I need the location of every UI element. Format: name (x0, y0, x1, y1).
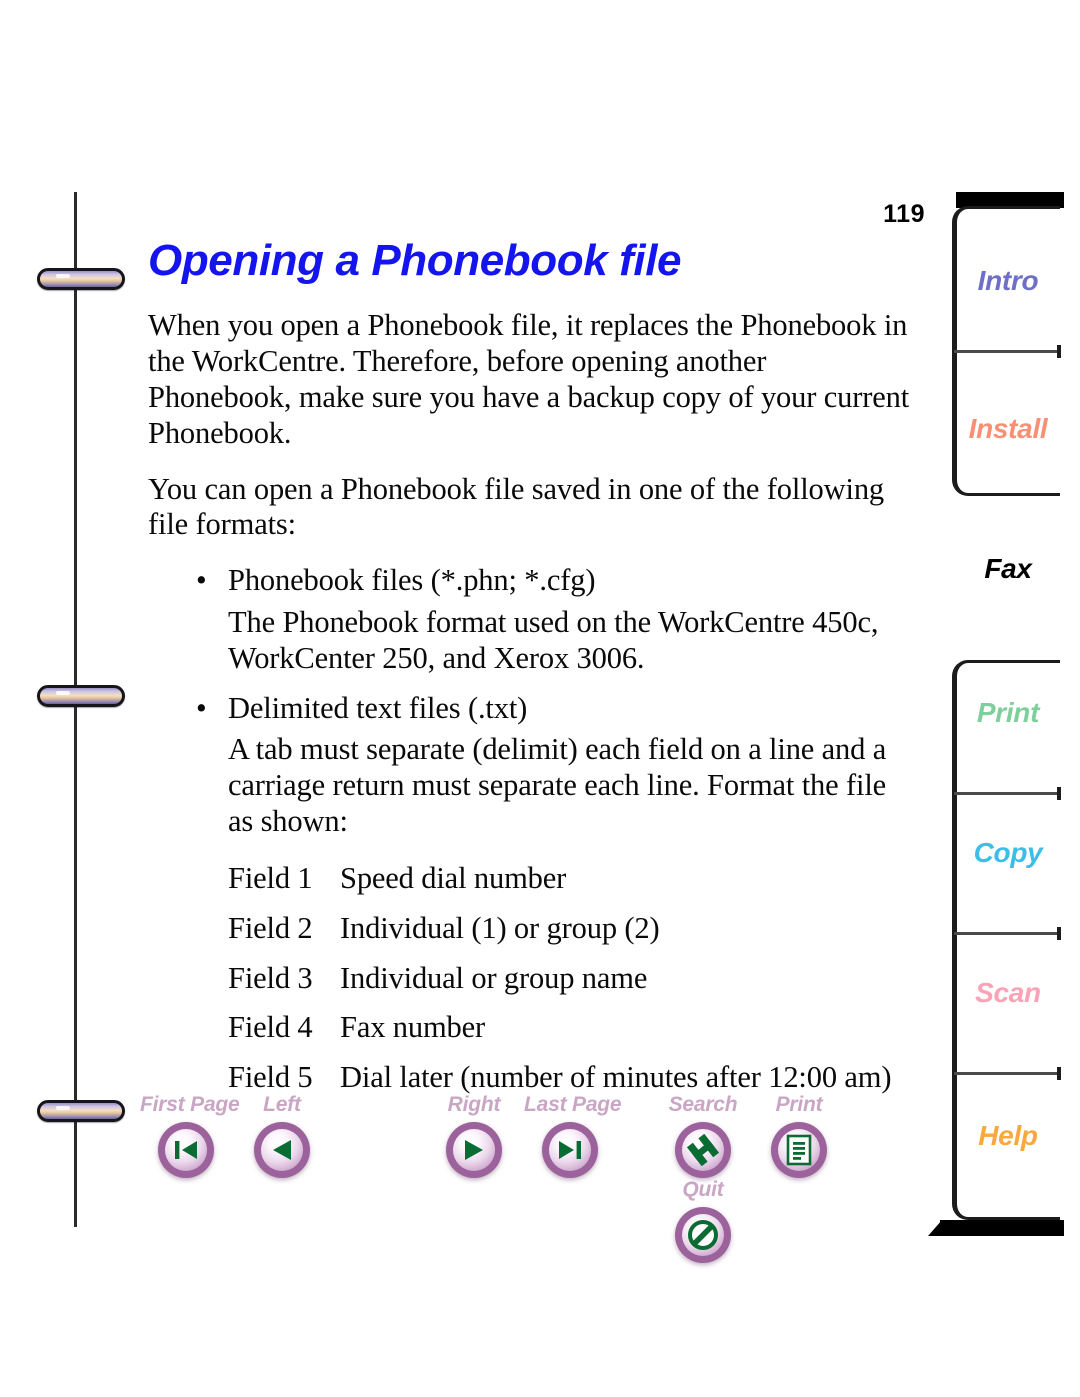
tab-copy[interactable]: Copy (952, 837, 1064, 868)
search-icon (675, 1122, 731, 1178)
field-description: Speed dial number (340, 860, 567, 895)
bullet-phonebook-files: • Phonebook files (*.phn; *.cfg) (148, 563, 910, 599)
tab-install[interactable]: Install (952, 413, 1064, 444)
table-row: Field 2 Individual (1) or group (2) (228, 904, 900, 954)
bullet-detail: A tab must separate (delimit) each field… (228, 732, 887, 839)
field-description: Individual (1) or group (2) (340, 910, 660, 945)
print-icon (771, 1122, 827, 1178)
tab-install-label: Install (968, 412, 1048, 444)
table-row: Field 1 Speed dial number (228, 854, 900, 904)
tab-fax-active[interactable]: Fax (952, 553, 1064, 584)
quit-button[interactable]: Quit (657, 1178, 749, 1263)
tab-divider (954, 927, 1061, 940)
bullet-dot-icon: • (196, 690, 207, 725)
search-button[interactable]: Search (657, 1093, 749, 1178)
last-page-button[interactable]: Last Page (524, 1093, 622, 1178)
search-disc (675, 1122, 731, 1178)
previous-page-disc (254, 1122, 310, 1178)
action-button-group: Search Print Quit (657, 1093, 930, 1263)
first-page-icon (158, 1122, 214, 1178)
last-page-icon (542, 1122, 598, 1178)
field-description: Individual or group name (340, 960, 648, 995)
binder-ring (37, 685, 125, 707)
field-name: Field 2 (228, 910, 313, 945)
next-page-label: Right (447, 1093, 501, 1116)
quit-label: Quit (682, 1178, 724, 1201)
list-item: • Phonebook files (*.phn; *.cfg) The Pho… (148, 563, 910, 676)
previous-page-icon (254, 1122, 310, 1178)
tab-intro[interactable]: Intro (952, 265, 1064, 296)
previous-page-button[interactable]: Left (236, 1093, 328, 1178)
tab-scan[interactable]: Scan (952, 977, 1064, 1008)
field-name: Field 3 (228, 960, 313, 995)
intro-paragraph: When you open a Phonebook file, it repla… (148, 308, 910, 450)
navigation-toolbar: First Page Left Right Last Page Search P… (0, 1093, 930, 1263)
bullet-delimited-text-files: • Delimited text files (.txt) (148, 691, 910, 727)
quit-disc (675, 1207, 731, 1263)
section-tab-rail: Intro Install Fax Print Copy Scan Help (928, 190, 1064, 1236)
tab-help-label: Help (978, 1119, 1038, 1151)
field-description: Fax number (340, 1010, 486, 1045)
table-row: Field 4 Fax number (228, 1003, 900, 1053)
tab-rail-bottom-cap (928, 1220, 1064, 1236)
bullet-dot-icon: • (196, 563, 207, 598)
print-button[interactable]: Print (753, 1093, 845, 1178)
last-page-label: Last Page (524, 1093, 622, 1116)
file-formats-list: • Phonebook files (*.phn; *.cfg) The Pho… (148, 563, 910, 840)
bullet-detail: The Phonebook format used on the WorkCen… (228, 604, 879, 675)
tab-intro-label: Intro (977, 264, 1039, 296)
binder-spine (74, 192, 77, 1227)
previous-page-label: Left (263, 1093, 301, 1116)
tab-divider (954, 345, 1061, 358)
first-page-button[interactable]: First Page (140, 1093, 240, 1178)
last-page-disc (542, 1122, 598, 1178)
tab-copy-label: Copy (973, 836, 1043, 868)
field-format-table: Field 1 Speed dial number Field 2 Indivi… (228, 854, 900, 1103)
next-page-disc (446, 1122, 502, 1178)
tab-scan-label: Scan (975, 976, 1041, 1008)
page-number: 119 (883, 200, 925, 228)
tab-divider (954, 1067, 1061, 1080)
formats-intro-paragraph: You can open a Phonebook file saved in o… (148, 471, 885, 542)
print-label: Print (775, 1093, 823, 1116)
tab-print-label: Print (976, 696, 1040, 728)
table-row: Field 3 Individual or group name (228, 954, 900, 1004)
tab-help[interactable]: Help (952, 1120, 1064, 1151)
print-disc (771, 1122, 827, 1178)
next-page-button[interactable]: Right (428, 1093, 520, 1178)
page-title: Opening a Phonebook file (148, 236, 682, 285)
next-page-icon (446, 1122, 502, 1178)
bullet-label: Delimited text files (.txt) (228, 690, 528, 725)
binder-ring (37, 268, 125, 290)
bullet-label: Phonebook files (*.phn; *.cfg) (228, 563, 596, 598)
page-content: Opening a Phonebook file When you open a… (148, 236, 910, 1103)
field-name: Field 4 (228, 1010, 313, 1045)
tab-print[interactable]: Print (952, 697, 1064, 728)
page-navigation-group: First Page Left Right Last Page (140, 1093, 622, 1178)
search-label: Search (668, 1093, 738, 1116)
tab-fax-label: Fax (984, 552, 1032, 584)
first-page-disc (158, 1122, 214, 1178)
manual-page: 119 Opening a Phonebook file When you op… (0, 0, 1080, 1397)
field-name: Field 1 (228, 860, 313, 895)
quit-icon (675, 1207, 731, 1263)
list-item: • Delimited text files (.txt) A tab must… (148, 691, 910, 840)
tab-divider (954, 787, 1061, 800)
first-page-label: First Page (140, 1093, 240, 1116)
